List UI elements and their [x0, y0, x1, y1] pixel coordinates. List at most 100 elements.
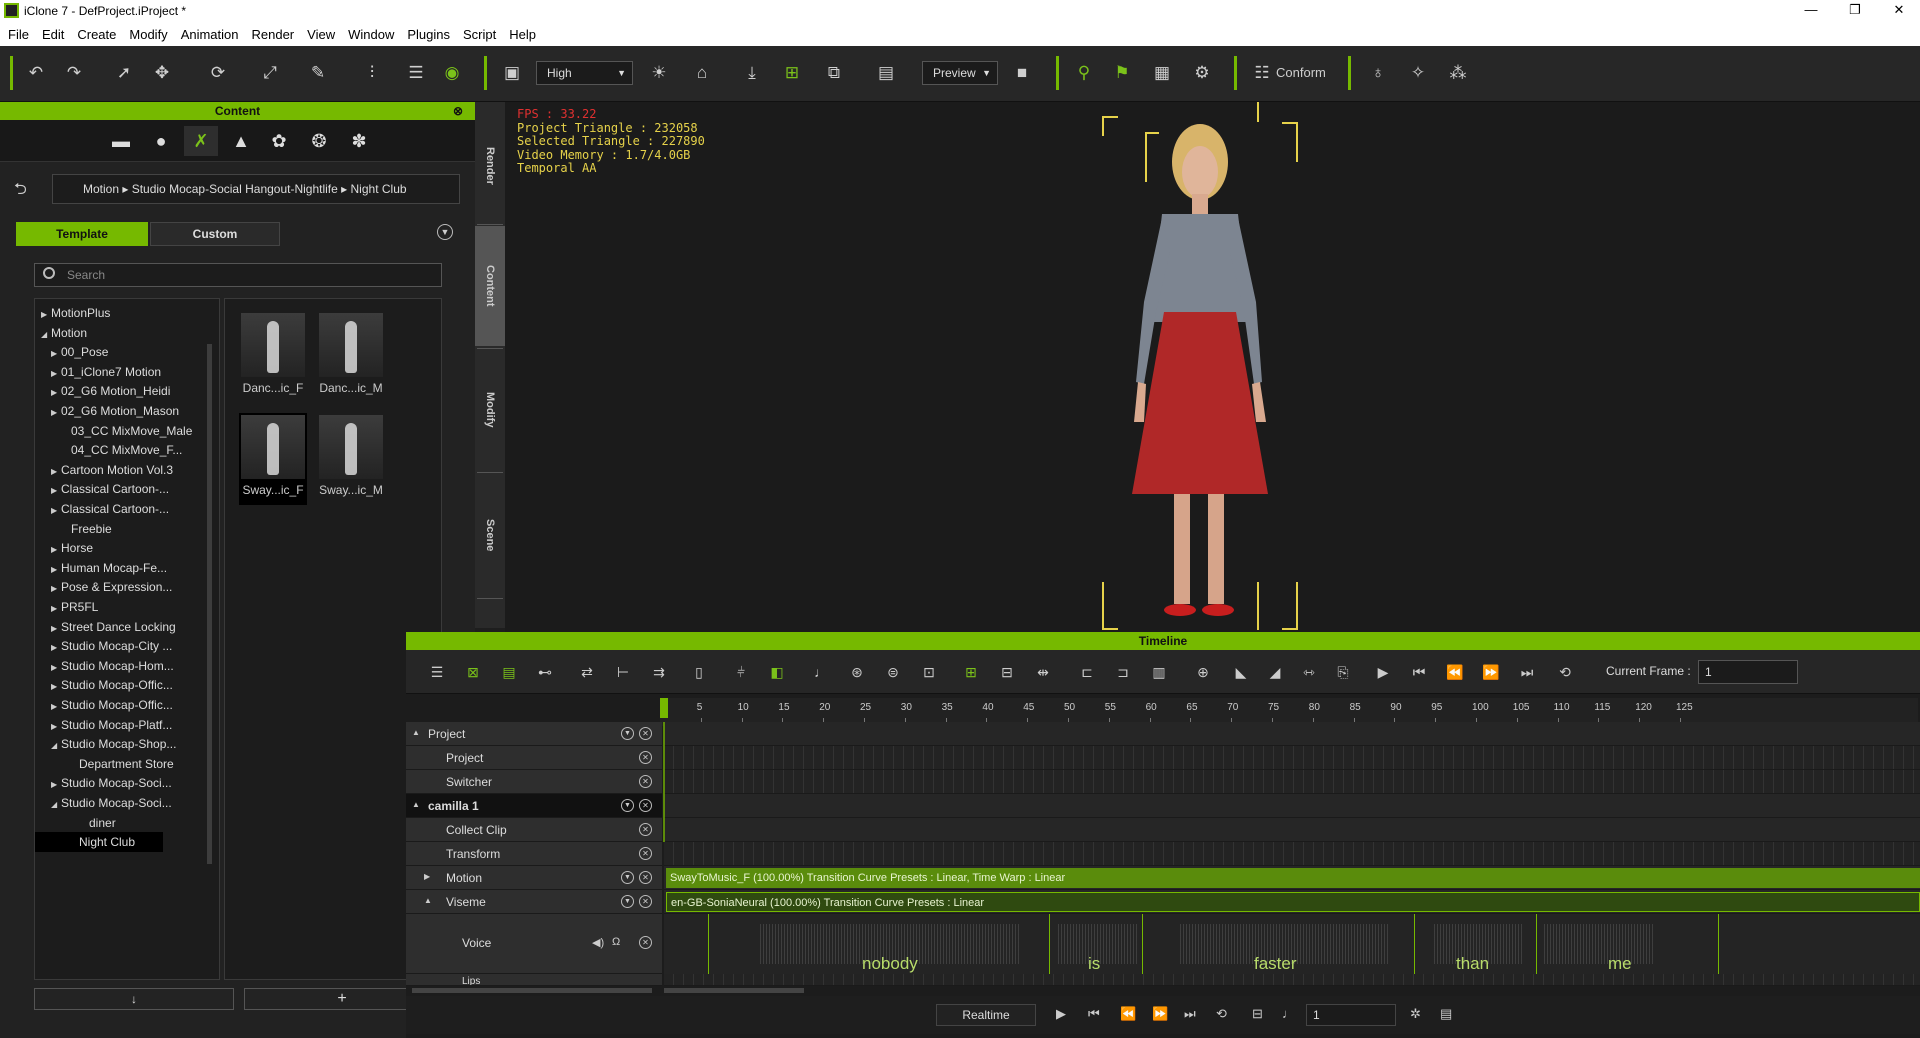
quality-dropdown[interactable]: High ▼ — [536, 61, 633, 85]
tree-item[interactable]: ▶ Horse — [51, 538, 93, 558]
speaker-icon[interactable]: ◀) — [592, 936, 604, 949]
expand-toggle-icon[interactable]: ◢ — [51, 736, 61, 756]
track-lips[interactable]: Lips — [406, 974, 662, 986]
tree-item[interactable]: ▶ Studio Mocap-Offic... — [51, 695, 173, 715]
export-icon[interactable]: ⎘ — [1332, 662, 1354, 682]
track-camilla[interactable]: ▲ camilla 1 ▼ ✕ — [406, 794, 662, 818]
audio-track-icon[interactable]: ♩ — [810, 662, 832, 682]
tab-render[interactable]: Render — [475, 108, 505, 224]
layer-icon[interactable]: ☰ — [404, 60, 428, 86]
tree-item[interactable]: ▶ Studio Mocap-Hom... — [51, 656, 174, 676]
rotate-icon[interactable]: ⟳ — [206, 60, 230, 86]
range-icon[interactable]: ◧ — [766, 662, 788, 682]
tree-item[interactable]: ▶ Cartoon Motion Vol.3 — [51, 460, 173, 480]
play-icon[interactable]: ▶ — [1372, 662, 1394, 682]
insert-icon[interactable]: ⊢ — [612, 662, 634, 682]
transition-icon[interactable]: ⊜ — [882, 662, 904, 682]
tree-item[interactable]: ▶ 00_Pose — [51, 342, 108, 362]
tree-item[interactable]: 03_CC MixMove_Male — [61, 421, 192, 441]
close-icon[interactable]: ✕ — [639, 799, 652, 812]
close-icon[interactable]: ✕ — [639, 871, 652, 884]
flatten-icon[interactable]: ▤ — [498, 662, 520, 682]
track-transform[interactable]: Transform ✕ — [406, 842, 662, 866]
apply-down-button[interactable]: ↓ — [34, 988, 234, 1010]
menu-file[interactable]: File — [8, 27, 29, 42]
menu-create[interactable]: Create — [77, 27, 116, 42]
close-icon[interactable]: ✕ — [639, 823, 652, 836]
character-model[interactable] — [1100, 122, 1300, 632]
tab-scene[interactable]: Scene — [475, 474, 505, 596]
dropdown-icon[interactable]: ▼ — [621, 727, 634, 740]
tree-item[interactable]: ▶ Studio Mocap-Soci... — [51, 773, 172, 793]
motion-pilot-icon[interactable]: ⚲ — [1072, 60, 1096, 86]
search-input[interactable]: Search — [34, 263, 442, 287]
tree-item[interactable]: ▶ Studio Mocap-Offic... — [51, 675, 173, 695]
tree-item[interactable]: ▶ Classical Cartoon-... — [51, 479, 169, 499]
screen-layout-icon[interactable]: ▤ — [874, 60, 898, 86]
multi-track-icon[interactable]: ▥ — [1148, 662, 1170, 682]
track-voice[interactable]: Voice ◀) Ω ✕ — [406, 914, 662, 974]
next-frame-icon[interactable]: ⏩ — [1152, 1006, 1168, 1022]
layout-icon[interactable]: ▤ — [1440, 1006, 1452, 1022]
viseme-clip[interactable]: en-GB-SoniaNeural (100.00%) Transition C… — [666, 892, 1920, 912]
clipboard-icon[interactable]: ▦ — [1150, 60, 1174, 86]
thumbnail-item-selected[interactable]: Sway...ic_F — [239, 413, 307, 505]
close-icon[interactable]: ✕ — [639, 895, 652, 908]
drop-to-floor-icon[interactable]: ⤓ — [740, 60, 764, 86]
swap-icon[interactable]: ⇄ — [576, 662, 598, 682]
menu-help[interactable]: Help — [509, 27, 536, 42]
redo-icon[interactable]: ↷ — [62, 60, 86, 86]
visibility-eye-icon[interactable]: ◉ — [440, 60, 464, 86]
tab-modify[interactable]: Modify — [475, 350, 505, 470]
insert-frame-icon[interactable]: ⊏ — [1076, 662, 1098, 682]
fit-view-icon[interactable]: ⊞ — [780, 60, 804, 86]
motion-layer-icon[interactable]: ⊡ — [918, 662, 940, 682]
menu-window[interactable]: Window — [348, 27, 394, 42]
tab-content[interactable]: Content — [475, 226, 505, 346]
character-tool-icon[interactable]: ♁ — [1366, 60, 1390, 86]
last-frame-icon[interactable]: ⏭ — [1184, 1006, 1196, 1022]
frame-field[interactable]: 1 — [1306, 1004, 1396, 1026]
pick-parent-icon[interactable]: ✎ — [306, 60, 330, 86]
select-icon[interactable]: ➚ — [112, 60, 136, 86]
tree-item[interactable]: ▶ MotionPlus — [41, 303, 110, 323]
move-icon[interactable]: ✥ — [150, 60, 174, 86]
dropdown-icon[interactable]: ▼ — [621, 799, 634, 812]
playhead[interactable] — [660, 698, 668, 718]
loop-icon[interactable]: ⊷ — [534, 662, 556, 682]
morph-tool-icon[interactable]: ✧ — [1406, 60, 1430, 86]
tree-item[interactable]: ◢ Motion — [41, 323, 87, 343]
close-icon[interactable]: ✕ — [639, 727, 652, 740]
tree-item[interactable]: ▶ Pose & Expression... — [51, 577, 172, 597]
track-list-icon[interactable]: ☰ — [426, 662, 448, 682]
timeline-toggle-icon[interactable]: ⊟ — [1252, 1006, 1263, 1022]
key-add-icon[interactable]: ⊞ — [960, 662, 982, 682]
collapse-icon[interactable]: ▲ — [424, 896, 432, 905]
current-frame-field[interactable]: 1 — [1698, 660, 1798, 684]
close-icon[interactable]: ✕ — [639, 936, 652, 949]
reach-icon[interactable]: ⊛ — [846, 662, 868, 682]
menu-modify[interactable]: Modify — [129, 27, 167, 42]
close-icon[interactable]: ✕ — [639, 847, 652, 860]
tree-scrollbar[interactable] — [207, 344, 212, 864]
tree-item[interactable]: ◢ Studio Mocap-Soci... — [51, 793, 172, 813]
play-icon[interactable]: ▶ — [1056, 1006, 1066, 1022]
loop-mode-icon[interactable]: ⟲ — [1216, 1006, 1227, 1022]
light-icon[interactable]: ☀ — [647, 60, 671, 86]
thumbnail-item[interactable]: Danc...ic_M — [317, 311, 385, 403]
expand-toggle-icon[interactable]: ▶ — [51, 403, 61, 423]
track-switcher[interactable]: Switcher ✕ — [406, 770, 662, 794]
thumbnail-item[interactable]: Danc...ic_F — [239, 311, 307, 403]
expand-toggle-icon[interactable]: ▶ — [51, 501, 61, 521]
tree-item[interactable]: ◢ Studio Mocap-Shop... — [51, 734, 176, 754]
camera-icon[interactable]: ■ — [1010, 60, 1034, 86]
key-stretch-icon[interactable]: ⇹ — [1032, 662, 1054, 682]
tree-item[interactable]: ▶ Classical Cartoon-... — [51, 499, 169, 519]
track-scrollbar[interactable] — [412, 988, 652, 993]
collect-clip-icon[interactable]: ⊠ — [462, 662, 484, 682]
key-right-icon[interactable]: ◢ — [1264, 662, 1286, 682]
expand-toggle-icon[interactable]: ◢ — [41, 325, 51, 345]
menu-render[interactable]: Render — [252, 27, 295, 42]
tab-custom[interactable]: Custom — [150, 222, 280, 246]
next-frame-icon[interactable]: ⏩ — [1480, 662, 1502, 682]
